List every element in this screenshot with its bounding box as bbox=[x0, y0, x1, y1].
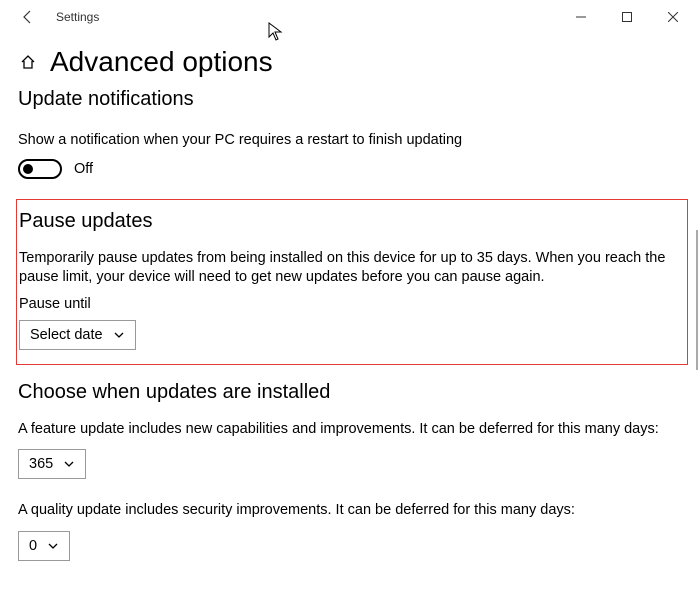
feature-update-desc: A feature update includes new capabiliti… bbox=[18, 420, 682, 440]
minimize-button[interactable] bbox=[558, 2, 604, 32]
back-button[interactable] bbox=[18, 7, 38, 27]
content: Advanced options Update notifications Sh… bbox=[0, 34, 700, 561]
update-notifications-section: Update notifications Show a notification… bbox=[18, 88, 682, 179]
feature-defer-value: 365 bbox=[29, 456, 53, 472]
quality-defer-value: 0 bbox=[29, 538, 37, 554]
chevron-down-icon bbox=[47, 540, 59, 552]
pause-date-select-label: Select date bbox=[30, 327, 103, 343]
quality-defer-select[interactable]: 0 bbox=[18, 531, 70, 561]
scrollbar[interactable] bbox=[696, 230, 698, 370]
pause-date-select[interactable]: Select date bbox=[19, 320, 136, 350]
update-notifications-heading: Update notifications bbox=[18, 88, 682, 111]
titlebar: Settings bbox=[0, 0, 700, 34]
feature-defer-select[interactable]: 365 bbox=[18, 449, 86, 479]
chevron-down-icon bbox=[113, 329, 125, 341]
quality-update-desc: A quality update includes security impro… bbox=[18, 501, 682, 521]
window-controls bbox=[558, 2, 696, 32]
chevron-down-icon bbox=[63, 458, 75, 470]
pause-until-label: Pause until bbox=[19, 296, 679, 312]
choose-installed-heading: Choose when updates are installed bbox=[18, 381, 682, 404]
page-title: Advanced options bbox=[50, 46, 273, 78]
close-button[interactable] bbox=[650, 2, 696, 32]
window-title: Settings bbox=[56, 10, 99, 24]
pause-updates-section: Pause updates Temporarily pause updates … bbox=[16, 199, 688, 365]
update-notifications-desc: Show a notification when your PC require… bbox=[18, 131, 682, 151]
home-icon[interactable] bbox=[18, 52, 38, 72]
pause-updates-heading: Pause updates bbox=[19, 210, 679, 233]
notifications-toggle-label: Off bbox=[74, 161, 93, 177]
maximize-button[interactable] bbox=[604, 2, 650, 32]
choose-installed-section: Choose when updates are installed A feat… bbox=[18, 381, 682, 561]
notifications-toggle[interactable] bbox=[18, 159, 62, 179]
pause-updates-desc: Temporarily pause updates from being ins… bbox=[19, 249, 679, 288]
